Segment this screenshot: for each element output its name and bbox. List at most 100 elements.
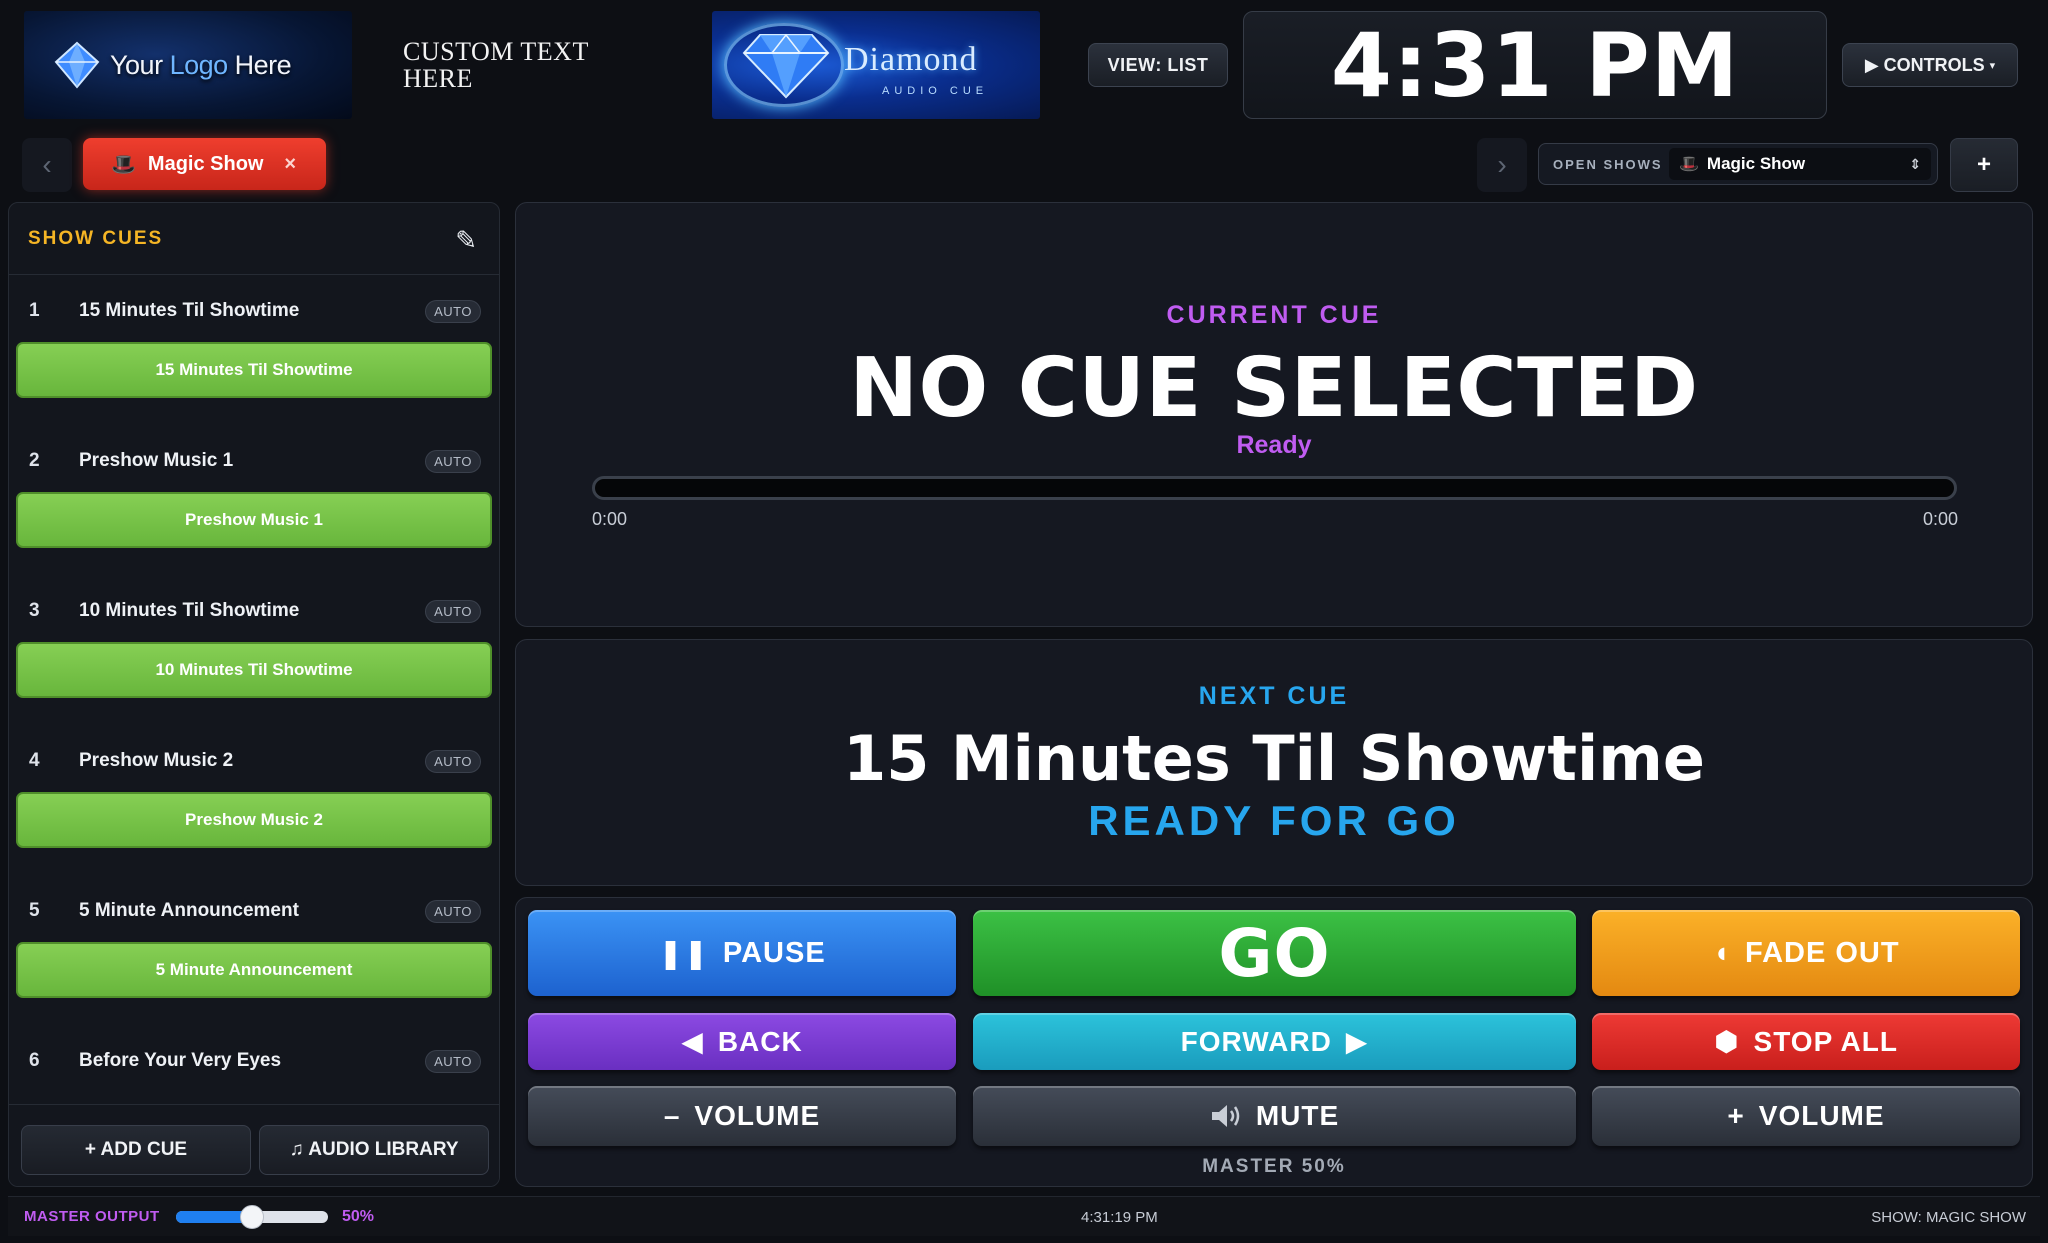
volume-up-button[interactable]: + VOLUME bbox=[1592, 1086, 2020, 1146]
status-bar: MASTER OUTPUT 50% 4:31:19 PM SHOW: MAGIC… bbox=[8, 1196, 2040, 1236]
header: Your Logo Here CUSTOM TEXT HERE Diamond … bbox=[0, 0, 2048, 130]
back-button[interactable]: ◀ BACK bbox=[528, 1013, 956, 1070]
cue-name: 15 Minutes Til Showtime bbox=[79, 300, 300, 321]
current-cue-panel: CURRENT CUE NO CUE SELECTED Ready 0:00 0… bbox=[515, 202, 2033, 627]
next-cue-status: READY FOR GO bbox=[1088, 797, 1460, 844]
plus-icon: + bbox=[1727, 1100, 1745, 1131]
forward-button[interactable]: FORWARD ▶ bbox=[973, 1013, 1576, 1070]
back-arrow-icon: ◀ bbox=[681, 1026, 704, 1057]
pause-button[interactable]: ❚❚ PAUSE bbox=[528, 910, 956, 996]
auto-badge[interactable]: AUTO bbox=[425, 600, 481, 623]
add-show-button[interactable]: + bbox=[1950, 138, 2018, 192]
playback-progress-bar[interactable] bbox=[592, 476, 1957, 500]
remaining-time: 0:00 bbox=[1922, 509, 1958, 529]
sidebar-header: SHOW CUES ✎ bbox=[9, 203, 499, 275]
next-cue-title: 15 Minutes Til Showtime bbox=[843, 722, 1705, 795]
cue-play-button[interactable]: Preshow Music 1 bbox=[16, 492, 492, 548]
brand-logo: Diamond AUDIO CUE bbox=[712, 11, 1040, 119]
controls-menu-button[interactable]: ▶ CONTROLS ▾ bbox=[1842, 43, 2018, 87]
minus-icon: – bbox=[663, 1100, 681, 1131]
next-show-button[interactable]: › bbox=[1477, 138, 1527, 192]
pencil-icon[interactable]: ✎ bbox=[455, 225, 477, 256]
previous-show-button[interactable]: ‹ bbox=[22, 138, 72, 192]
master-output-label: MASTER OUTPUT bbox=[24, 1208, 160, 1225]
list-item[interactable]: 2 Preshow Music 1 AUTO Preshow Music 1 bbox=[9, 426, 499, 576]
auto-badge[interactable]: AUTO bbox=[425, 750, 481, 773]
open-shows-label: OPEN SHOWS bbox=[1553, 156, 1663, 172]
elapsed-time: 0:00 bbox=[592, 509, 628, 529]
add-cue-button[interactable]: + ADD CUE bbox=[21, 1125, 251, 1175]
stop-icon: ⬢ bbox=[1714, 1026, 1740, 1057]
speaker-icon bbox=[1211, 1105, 1240, 1127]
cue-play-button[interactable]: 5 Minute Announcement bbox=[16, 942, 492, 998]
cue-number: 6 bbox=[29, 1050, 40, 1071]
clock-time: 4:31 PM bbox=[1330, 13, 1740, 117]
cue-name: Preshow Music 2 bbox=[79, 750, 234, 771]
volume-down-label: VOLUME bbox=[694, 1100, 821, 1131]
cue-number: 2 bbox=[29, 450, 40, 471]
auto-badge[interactable]: AUTO bbox=[425, 1050, 481, 1073]
cue-play-button[interactable]: 15 Minutes Til Showtime bbox=[16, 342, 492, 398]
tab-magic-show[interactable]: 🎩 Magic Show × bbox=[83, 138, 326, 190]
cue-name: Before Your Very Eyes bbox=[79, 1050, 282, 1071]
list-item[interactable]: 5 5 Minute Announcement AUTO 5 Minute An… bbox=[9, 876, 499, 1026]
auto-badge[interactable]: AUTO bbox=[425, 300, 481, 323]
volume-up-label: VOLUME bbox=[1758, 1100, 1885, 1131]
list-item[interactable]: 6 Before Your Very Eyes AUTO bbox=[9, 1026, 499, 1086]
volume-down-button[interactable]: – VOLUME bbox=[528, 1086, 956, 1146]
back-label: BACK bbox=[717, 1025, 803, 1057]
logo-text: Your Logo Here bbox=[110, 49, 292, 80]
cue-number: 5 bbox=[29, 900, 40, 921]
brand-diamond-icon bbox=[742, 33, 830, 99]
cue-number: 1 bbox=[29, 300, 40, 321]
tab-label: Magic Show bbox=[147, 152, 264, 175]
close-tab-icon[interactable]: × bbox=[284, 153, 296, 176]
cue-name: Preshow Music 1 bbox=[79, 450, 234, 471]
cue-name: 10 Minutes Til Showtime bbox=[79, 600, 300, 621]
sidebar-footer: + ADD CUE ♫ AUDIO LIBRARY bbox=[9, 1104, 499, 1186]
list-item[interactable]: 3 10 Minutes Til Showtime AUTO 10 Minute… bbox=[9, 576, 499, 726]
auto-badge[interactable]: AUTO bbox=[425, 450, 481, 473]
go-button[interactable]: GO bbox=[973, 910, 1576, 996]
next-cue-panel: NEXT CUE 15 Minutes Til Showtime READY F… bbox=[515, 639, 2033, 886]
cue-play-button[interactable]: 10 Minutes Til Showtime bbox=[16, 642, 492, 698]
fade-out-label: FADE OUT bbox=[1744, 936, 1900, 969]
view-toggle-button[interactable]: VIEW: LIST bbox=[1088, 43, 1228, 87]
list-item[interactable]: 1 15 Minutes Til Showtime AUTO 15 Minute… bbox=[9, 276, 499, 426]
clock-display: 4:31 PM bbox=[1243, 11, 1827, 119]
cue-list[interactable]: 1 15 Minutes Til Showtime AUTO 15 Minute… bbox=[9, 276, 499, 1086]
audio-library-button[interactable]: ♫ AUDIO LIBRARY bbox=[259, 1125, 489, 1175]
controls-label: ▶ CONTROLS bbox=[1864, 54, 1985, 75]
current-cue-status: Ready bbox=[1236, 431, 1312, 459]
pause-label: PAUSE bbox=[722, 936, 826, 969]
slider-thumb[interactable] bbox=[240, 1205, 264, 1229]
pause-icon: ❚❚ bbox=[658, 937, 709, 970]
open-shows-select[interactable]: 🎩 Magic Show ⇕ bbox=[1669, 148, 1931, 180]
list-item[interactable]: 4 Preshow Music 2 AUTO Preshow Music 2 bbox=[9, 726, 499, 876]
forward-arrow-icon: ▶ bbox=[1345, 1026, 1369, 1057]
auto-badge[interactable]: AUTO bbox=[425, 900, 481, 923]
updown-chevron-icon: ⇕ bbox=[1909, 155, 1921, 172]
fade-icon: ◖ bbox=[1712, 936, 1731, 969]
current-cue-label: CURRENT CUE bbox=[1166, 301, 1382, 329]
custom-logo: Your Logo Here bbox=[24, 11, 352, 119]
stop-all-button[interactable]: ⬢ STOP ALL bbox=[1592, 1013, 2020, 1070]
top-hat-icon: 🎩 bbox=[111, 153, 136, 176]
brand-name: Diamond bbox=[844, 41, 978, 78]
next-cue-label: NEXT CUE bbox=[1198, 682, 1350, 710]
mute-label: MUTE bbox=[1255, 1100, 1340, 1131]
status-time: 4:31:19 PM bbox=[1081, 1209, 1158, 1226]
cue-play-button[interactable]: Preshow Music 2 bbox=[16, 792, 492, 848]
master-output-percent: 50% bbox=[342, 1208, 375, 1225]
diamond-icon bbox=[54, 41, 100, 89]
sidebar-title: SHOW CUES bbox=[28, 227, 164, 249]
fade-out-button[interactable]: ◖ FADE OUT bbox=[1592, 910, 2020, 996]
brand-subtitle: AUDIO CUE bbox=[882, 85, 989, 97]
mute-button[interactable]: MUTE bbox=[973, 1086, 1576, 1146]
cue-number: 4 bbox=[29, 750, 40, 771]
current-cue-title: NO CUE SELECTED bbox=[849, 341, 1699, 436]
chevron-down-icon: ▾ bbox=[1989, 59, 1996, 72]
cue-number: 3 bbox=[29, 600, 40, 621]
selected-show-label: Magic Show bbox=[1706, 154, 1806, 173]
stop-all-label: STOP ALL bbox=[1753, 1025, 1898, 1057]
